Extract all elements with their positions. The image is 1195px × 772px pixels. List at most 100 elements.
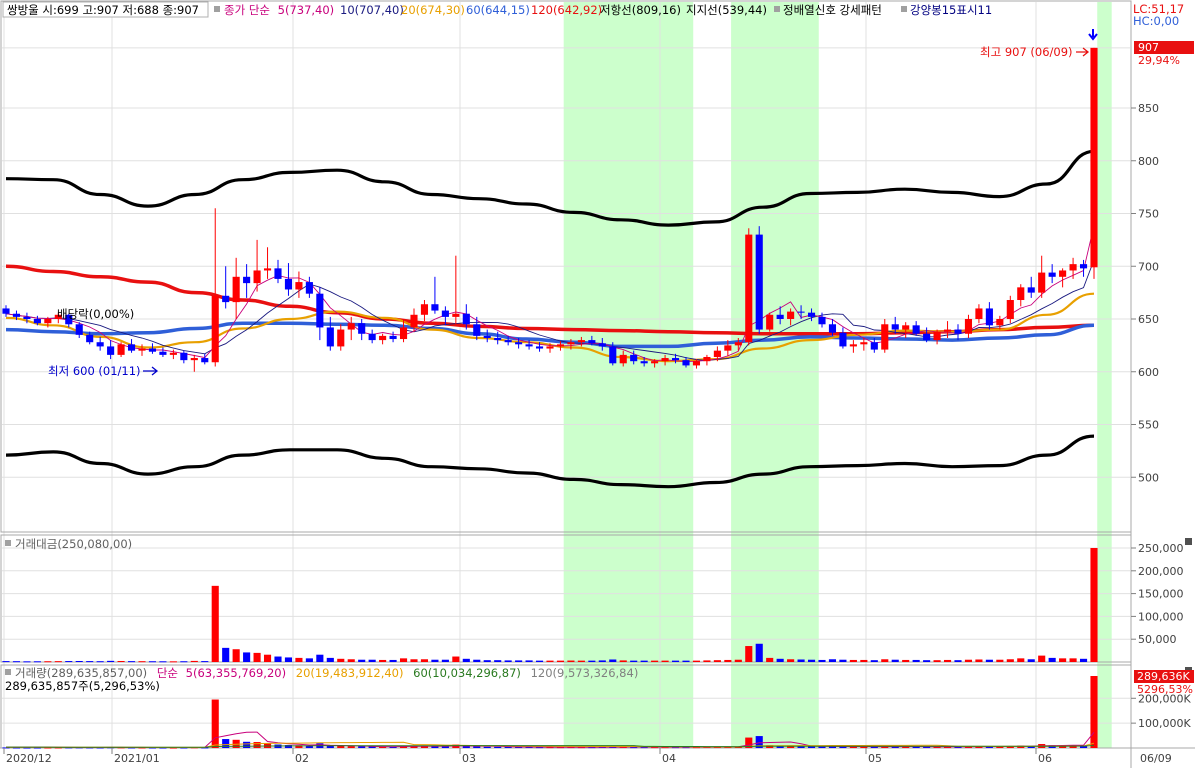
candle-body (483, 335, 491, 338)
candle-body (535, 346, 544, 349)
legend-ma5: 5(737,40) (278, 3, 335, 17)
amount-bar (912, 659, 920, 662)
candle-body (577, 340, 585, 343)
highlight-zone (1097, 2, 1112, 748)
amount-bar (462, 658, 470, 662)
candle-body (766, 314, 774, 330)
candle-body (243, 276, 251, 284)
amount-bar (65, 661, 73, 663)
candle-body (1090, 47, 1098, 268)
amount-bar (399, 658, 408, 662)
candle-body (546, 346, 554, 349)
candle-body (567, 342, 575, 345)
candle-body (975, 308, 983, 319)
volume-bar (253, 742, 261, 748)
amount-bar (692, 660, 701, 662)
highlight-zone (563, 2, 694, 748)
amount-bar (1090, 548, 1098, 662)
chart-canvas[interactable]: 500 550 600 650 700 750 800 850 50,000 100,000 150… (0, 0, 1195, 768)
amount-bar (284, 657, 293, 662)
candle-body (462, 313, 470, 325)
amount-bar (902, 659, 910, 662)
amount-bar (609, 659, 617, 662)
amount-bar (138, 661, 146, 663)
amount-bar (860, 659, 868, 662)
amount-bar (535, 660, 544, 662)
candle-body (410, 314, 418, 328)
candle-body (274, 268, 282, 279)
candle-body (734, 342, 742, 346)
candle-body (630, 354, 638, 362)
amount-bar (180, 661, 188, 663)
amount-bar (190, 660, 198, 662)
x-tick-label: 03 (462, 752, 476, 765)
amount-bar (1017, 658, 1025, 662)
amount-bar (1079, 658, 1088, 662)
amount-bar (577, 660, 585, 662)
amount-bar (243, 652, 251, 662)
candle-body (1006, 300, 1014, 319)
amount-bar (651, 660, 659, 662)
candle-body (671, 358, 680, 361)
candle-body (159, 351, 167, 355)
candle-body (588, 340, 596, 344)
x-tick-label: 2020/12 (6, 752, 52, 765)
candle-body (33, 319, 41, 324)
legend-signal: 정배열신호 강세패턴 (783, 3, 882, 17)
amount-bar (619, 660, 627, 662)
volume-value: 289,636K (1137, 670, 1190, 683)
candle-body (1017, 287, 1025, 301)
amount-bar (483, 660, 491, 662)
amount-tick-label: 250,000 (1138, 542, 1184, 555)
legend-title: 쌍방울 시:699 고:907 저:688 종:907 (7, 3, 199, 17)
amount-bar (127, 661, 136, 663)
candle-body (96, 342, 104, 347)
candle-body (881, 324, 889, 350)
amount-bar (12, 661, 21, 663)
amount-bar (33, 661, 41, 663)
amount-bar (358, 659, 366, 662)
candle-body (305, 282, 313, 294)
x-tick-label: 2021/01 (114, 752, 160, 765)
amount-bar (766, 657, 774, 662)
candle-body (75, 324, 83, 335)
amount-bar (891, 659, 899, 662)
amount-bar (305, 658, 313, 662)
candle-body (640, 361, 648, 364)
x-tick-label: 02 (295, 752, 309, 765)
current-price-pct: 29,94% (1138, 54, 1180, 67)
candle-body (326, 327, 334, 347)
candle-body (964, 319, 973, 334)
amount-bar (86, 661, 94, 663)
volume-info: 289,635,857주(5,296,53%) (5, 679, 160, 693)
candle-body (1069, 264, 1077, 271)
svg-text:종가 단순 5(737,40): 종가 단순 5(737,40) (224, 3, 334, 17)
candle-body (849, 344, 857, 347)
amount-bar (1027, 659, 1035, 662)
amount-bar (661, 660, 669, 662)
amount-bar (441, 659, 449, 662)
amount-bar (504, 660, 512, 662)
legend-support: 지지선(539,44) (686, 3, 767, 17)
candle-body (347, 323, 355, 330)
volume-bar (243, 741, 251, 748)
amount-bar (1059, 658, 1067, 662)
amount-bar (996, 659, 1004, 662)
amount-tick-label: 100,000 (1138, 610, 1184, 623)
amount-bar (337, 658, 345, 662)
amount-bar (253, 652, 261, 662)
amount-panel-close-icon[interactable] (1185, 538, 1192, 545)
candle-body (598, 343, 606, 347)
amount-bar (776, 658, 784, 662)
amount-bar (546, 660, 554, 662)
amount-bar (964, 659, 973, 662)
price-tick-label: 650 (1138, 313, 1159, 326)
volume-bar (1090, 676, 1098, 748)
amount-bar (839, 659, 847, 662)
candle-body (902, 325, 910, 330)
amount-bar (870, 660, 878, 662)
candle-body (12, 313, 21, 317)
legend-pattern: 강양봉15표시11 (910, 3, 992, 17)
candle-body (525, 344, 533, 347)
amount-bar (420, 659, 429, 662)
